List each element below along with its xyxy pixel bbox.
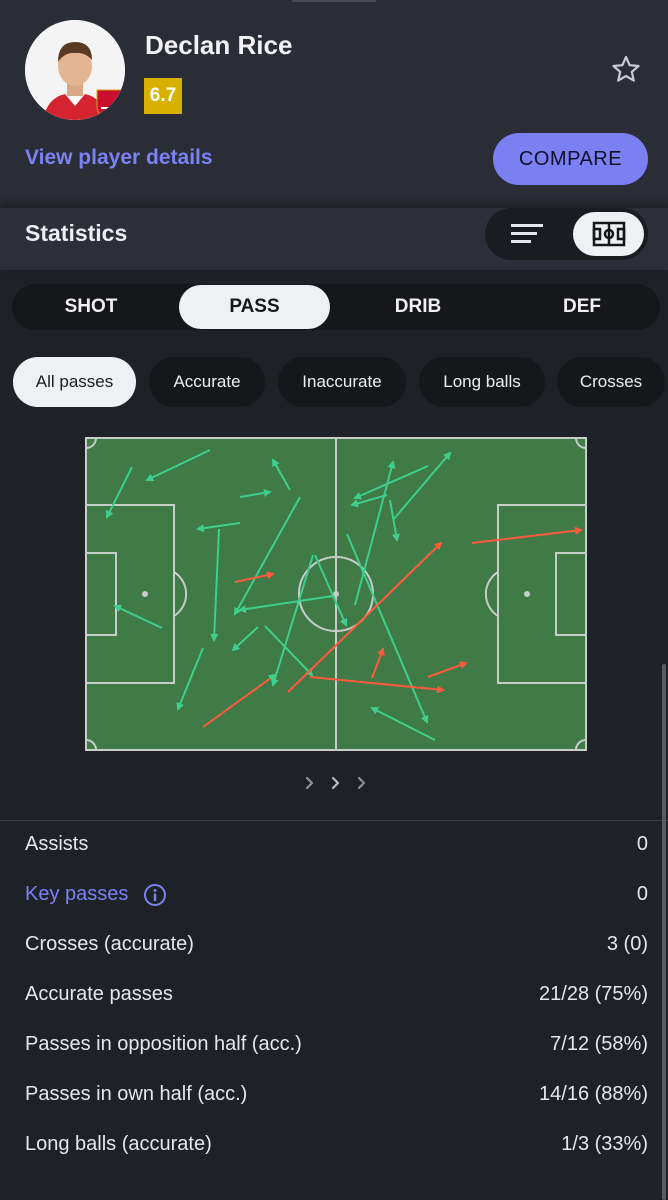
statistics-title: Statistics xyxy=(25,220,128,246)
view-toggle xyxy=(485,208,648,260)
pitch-icon xyxy=(592,221,625,247)
stat-row-key-passes: Key passes 0 xyxy=(25,883,648,913)
filter-crosses[interactable]: Crosses xyxy=(557,357,665,407)
tab-shot[interactable]: SHOT xyxy=(12,284,170,330)
player-header: Declan Rice 6.7 View player details COMP… xyxy=(0,0,668,208)
chevron-right-icon xyxy=(331,776,340,790)
tab-pass[interactable]: PASS xyxy=(179,285,330,329)
divider xyxy=(0,820,668,821)
sheet-handle[interactable] xyxy=(292,0,376,2)
list-icon xyxy=(511,224,543,243)
pitch-markings xyxy=(85,437,587,751)
stat-label: Passes in own half (acc.) xyxy=(25,1083,248,1105)
stat-value: 0 xyxy=(636,883,648,905)
compare-button[interactable]: COMPARE xyxy=(493,133,648,185)
stat-label: Long balls (accurate) xyxy=(25,1133,212,1155)
filter-long-balls[interactable]: Long balls xyxy=(419,357,545,407)
stat-value: 1/3 (33%) xyxy=(561,1133,648,1155)
stat-label: Crosses (accurate) xyxy=(25,933,194,955)
list-view-button[interactable] xyxy=(503,216,551,252)
stat-row-long-balls: Long balls (accurate) 1/3 (33%) xyxy=(25,1133,648,1163)
stat-category-tabs: SHOT PASS DRIB DEF xyxy=(12,284,660,330)
tab-drib[interactable]: DRIB xyxy=(342,284,494,330)
stat-label: Accurate passes xyxy=(25,983,173,1005)
scrollbar[interactable] xyxy=(662,664,666,1200)
player-name: Declan Rice xyxy=(145,30,293,60)
stat-row-accurate-passes: Accurate passes 21/28 (75%) xyxy=(25,983,648,1013)
stat-row-opposition-half: Passes in opposition half (acc.) 7/12 (5… xyxy=(25,1033,648,1063)
filter-accurate[interactable]: Accurate xyxy=(149,357,265,407)
pitch-view-button[interactable] xyxy=(573,212,644,256)
statistics-header: Statistics xyxy=(0,208,668,270)
filter-all-passes[interactable]: All passes xyxy=(13,357,136,407)
star-icon[interactable] xyxy=(608,52,644,88)
stat-label-link[interactable]: Key passes xyxy=(25,883,128,906)
club-badge xyxy=(96,89,122,120)
stat-label: Assists xyxy=(25,833,89,855)
stat-label: Passes in opposition half (acc.) xyxy=(25,1033,302,1055)
avatar xyxy=(25,20,125,120)
stat-row-assists: Assists 0 xyxy=(25,833,648,863)
filter-inaccurate[interactable]: Inaccurate xyxy=(278,357,406,407)
player-stats-screen: Declan Rice 6.7 View player details COMP… xyxy=(0,0,668,1200)
tab-def[interactable]: DEF xyxy=(506,284,658,330)
stat-row-crosses: Crosses (accurate) 3 (0) xyxy=(25,933,648,963)
stat-row-own-half: Passes in own half (acc.) 14/16 (88%) xyxy=(25,1083,648,1113)
view-player-details-link[interactable]: View player details xyxy=(25,146,213,170)
pass-map xyxy=(85,437,589,758)
stat-value: 21/28 (75%) xyxy=(539,983,648,1005)
stat-value: 3 (0) xyxy=(606,933,648,955)
stat-value: 14/16 (88%) xyxy=(539,1083,648,1105)
rating-badge: 6.7 xyxy=(144,78,182,114)
stat-value: 7/12 (58%) xyxy=(550,1033,648,1055)
info-icon[interactable] xyxy=(143,883,167,907)
carousel-arrows[interactable] xyxy=(298,770,378,796)
stat-value: 0 xyxy=(636,833,648,855)
chevron-right-icon xyxy=(357,776,366,790)
chevron-right-icon xyxy=(305,776,314,790)
